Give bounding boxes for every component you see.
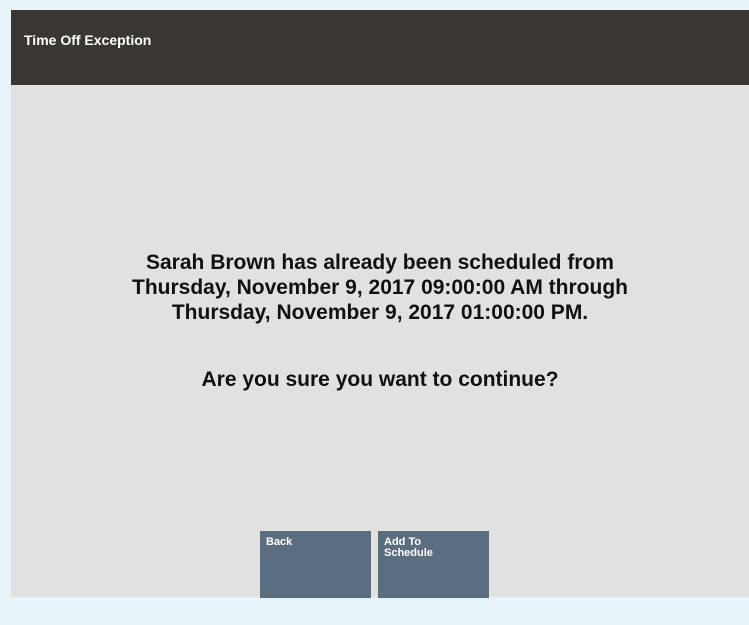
back-button[interactable]: Back (260, 531, 371, 598)
add-to-schedule-button-label: Add To Schedule (384, 536, 433, 559)
time-off-exception-dialog: Time Off Exception Sarah Brown has alrea… (11, 10, 749, 597)
message-line: Thursday, November 9, 2017 09:00:00 AM t… (132, 276, 628, 299)
dialog-title: Time Off Exception (24, 32, 152, 48)
title-bar: Time Off Exception (11, 10, 749, 85)
message-line: Sarah Brown has already been scheduled f… (146, 251, 614, 274)
message-line: Thursday, November 9, 2017 01:00:00 PM. (171, 301, 589, 324)
add-to-schedule-button[interactable]: Add To Schedule (378, 531, 489, 598)
schedule-conflict-message: Sarah Brown has already been scheduled f… (11, 250, 749, 325)
confirmation-question: Are you sure you want to continue? (201, 368, 559, 391)
back-button-label: Back (266, 536, 293, 548)
